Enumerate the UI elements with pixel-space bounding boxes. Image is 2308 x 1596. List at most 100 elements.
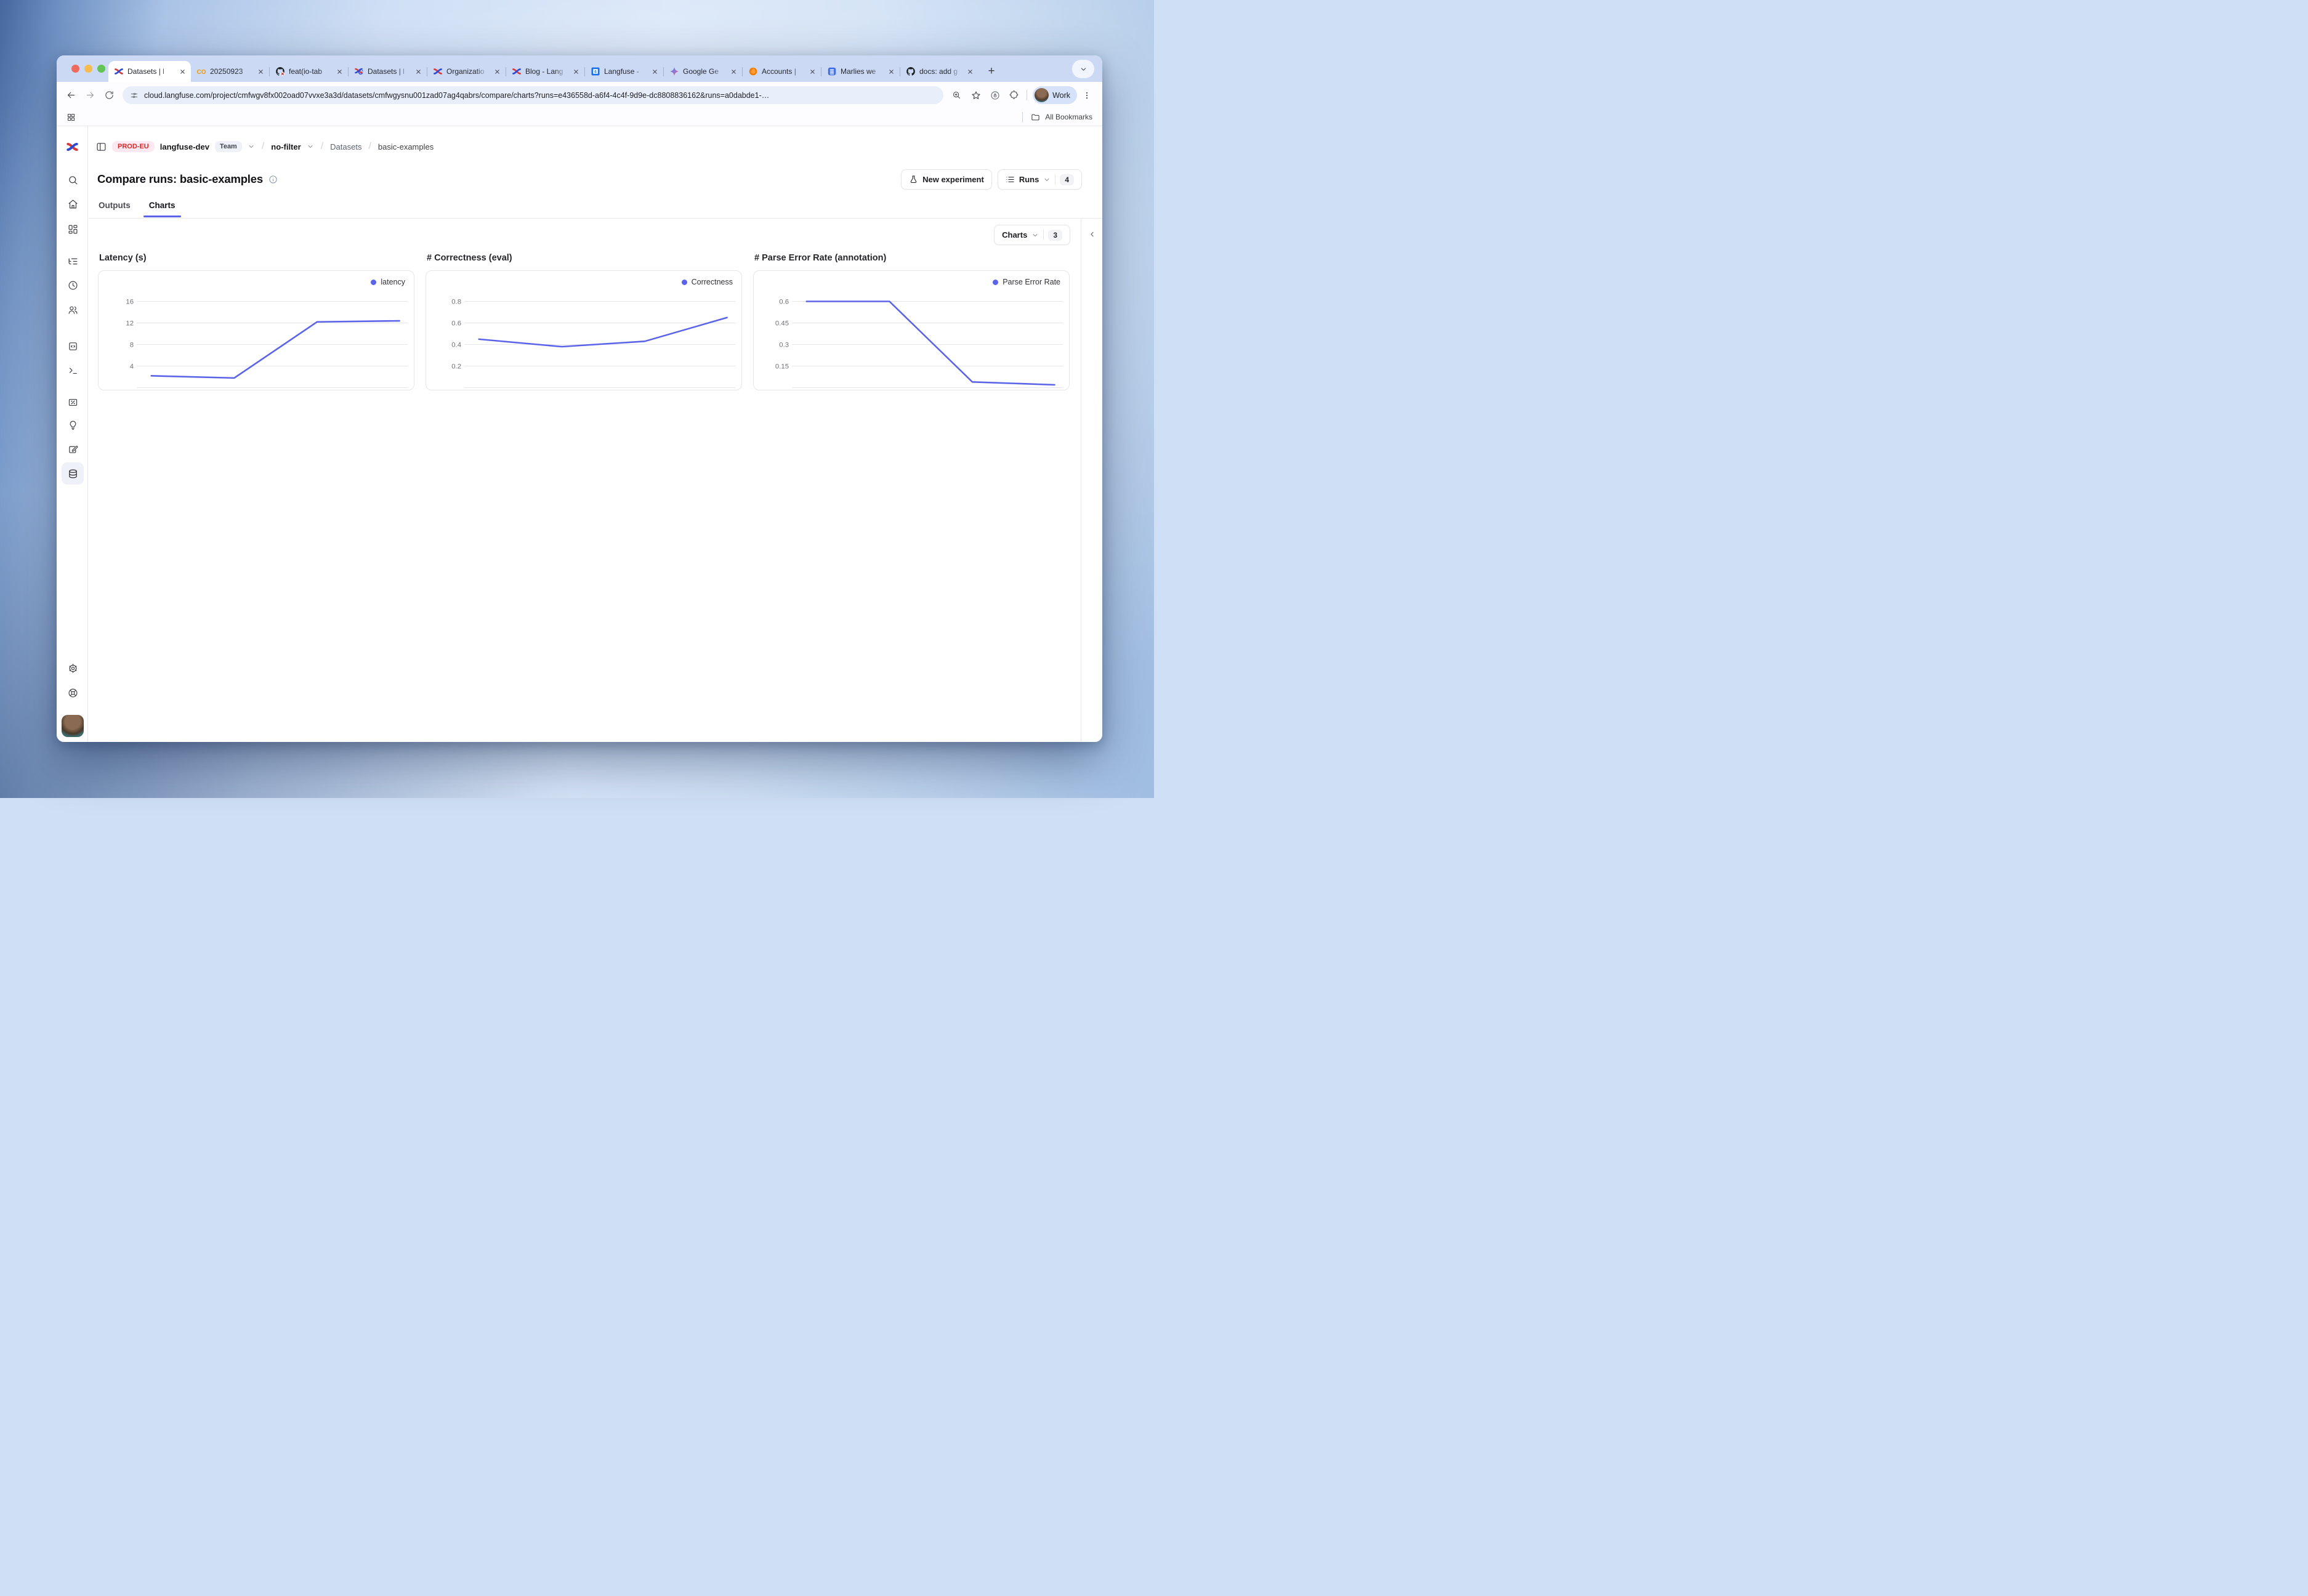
sidebar-item-playground[interactable]: [62, 359, 84, 381]
org-name[interactable]: langfuse-dev: [160, 142, 209, 151]
collapse-panel-button[interactable]: [1085, 227, 1099, 241]
langfuse-favicon-icon: [114, 66, 124, 76]
close-tab-icon[interactable]: [966, 67, 975, 76]
extensions-button[interactable]: [1004, 86, 1023, 105]
svg-text:4: 4: [130, 363, 134, 371]
chart-group: Latency (s)latency161284: [98, 253, 414, 390]
calendar-favicon-icon: 6: [591, 66, 600, 76]
browser-tab[interactable]: CO20250923: [191, 61, 269, 82]
address-bar[interactable]: cloud.langfuse.com/project/cmfwgv8fx002o…: [123, 86, 943, 104]
close-tab-icon[interactable]: [256, 67, 265, 76]
sidebar-item-support[interactable]: [62, 682, 84, 704]
project-name[interactable]: no-filter: [271, 142, 301, 151]
tab-charts[interactable]: Charts: [148, 198, 177, 217]
charts-filter-button[interactable]: Charts 3: [994, 225, 1070, 245]
search-icon: [68, 175, 78, 185]
percent-box-icon: [68, 397, 78, 408]
close-tab-icon[interactable]: [650, 67, 660, 76]
org-type-badge: Team: [215, 141, 242, 152]
close-tab-icon[interactable]: [414, 67, 423, 76]
langfuse-logo: [66, 140, 79, 153]
browser-tab[interactable]: Organizatio: [427, 61, 506, 82]
sidebar-item-annotation[interactable]: [62, 438, 84, 460]
close-tab-icon[interactable]: [887, 67, 896, 76]
chart-group: # Correctness (eval)Correctness0.80.60.4…: [426, 253, 742, 390]
reload-button[interactable]: [100, 86, 119, 105]
browser-tab[interactable]: Datasets | l: [349, 61, 427, 82]
minimize-window-button[interactable]: [84, 65, 92, 73]
tabs-divider: [89, 218, 1102, 219]
browser-tab[interactable]: Marlies we: [821, 61, 900, 82]
breadcrumb-current[interactable]: basic-examples: [378, 142, 434, 151]
profile-chip[interactable]: Work: [1033, 86, 1077, 104]
browser-tab-strip: Datasets | lCO20250923feat(io-tabDataset…: [57, 55, 1102, 82]
panel-toggle-icon[interactable]: [96, 142, 107, 152]
close-tab-icon[interactable]: [335, 67, 344, 76]
zoom-page-button[interactable]: [947, 86, 966, 105]
tab-search-button[interactable]: [1072, 60, 1094, 78]
sidebar-item-sessions[interactable]: [62, 274, 84, 296]
sidebar-item-search[interactable]: [62, 169, 84, 191]
sidebar-item-prompts[interactable]: [62, 335, 84, 357]
sidebar-item-settings[interactable]: [62, 657, 84, 679]
sidebar-item-insights[interactable]: [62, 414, 84, 436]
bookmarks-bar: All Bookmarks: [57, 108, 1102, 126]
zoom-window-button[interactable]: [97, 65, 105, 73]
langfuse-sync-favicon-icon: [354, 66, 364, 76]
org-chevron-icon[interactable]: [248, 143, 255, 150]
lightbulb-icon: [68, 420, 78, 430]
bookmark-page-button[interactable]: [966, 86, 985, 105]
profile-avatar: [1035, 88, 1049, 102]
list-icon: [1006, 175, 1015, 184]
browser-tab[interactable]: Datasets | l: [108, 61, 191, 82]
chevron-down-icon: [1031, 232, 1039, 239]
sidebar-item-tracing[interactable]: [62, 250, 84, 272]
project-chevron-icon[interactable]: [307, 143, 314, 150]
browser-menu-button[interactable]: [1077, 86, 1096, 105]
sidebar: [57, 126, 88, 742]
browser-tab[interactable]: Accounts |: [743, 61, 821, 82]
runs-button[interactable]: Runs 4: [998, 169, 1082, 190]
user-avatar[interactable]: [62, 715, 84, 737]
close-tab-icon[interactable]: [571, 67, 581, 76]
browser-tab[interactable]: 6 Langfuse -: [585, 61, 663, 82]
close-tab-icon[interactable]: [808, 67, 817, 76]
browser-tab[interactable]: Google Ge: [664, 61, 742, 82]
breadcrumb-datasets[interactable]: Datasets: [330, 142, 361, 151]
chart-plot: 161284: [99, 271, 414, 390]
tab-title: Langfuse -: [604, 67, 647, 76]
new-experiment-button[interactable]: New experiment: [901, 169, 992, 190]
tab-outputs[interactable]: Outputs: [97, 198, 132, 217]
forward-button[interactable]: [81, 86, 100, 105]
url-text: cloud.langfuse.com/project/cmfwgv8fx002o…: [144, 91, 936, 100]
sidebar-item-datasets[interactable]: [62, 462, 84, 485]
sidebar-item-users[interactable]: [62, 299, 84, 321]
browser-tab[interactable]: feat(io-tab: [270, 61, 348, 82]
browser-tab[interactable]: docs: add g: [900, 61, 978, 82]
chart-card: Correctness0.80.60.40.2: [426, 270, 742, 390]
button-separator: [1043, 230, 1044, 240]
folder-icon: [1031, 113, 1040, 122]
site-settings-icon[interactable]: [130, 91, 139, 100]
close-tab-icon[interactable]: [729, 67, 738, 76]
runs-label: Runs: [1019, 175, 1039, 184]
sidebar-item-evaluation[interactable]: [62, 391, 84, 413]
close-tab-icon[interactable]: [178, 67, 187, 76]
sidebar-item-dashboards[interactable]: [62, 218, 84, 240]
home-icon: [68, 199, 78, 209]
password-extension-button[interactable]: [985, 86, 1004, 105]
all-bookmarks[interactable]: All Bookmarks: [1019, 112, 1092, 123]
dashboard-grid-icon: [68, 224, 78, 235]
new-tab-button[interactable]: +: [983, 63, 999, 79]
info-icon[interactable]: [268, 175, 278, 184]
close-tab-icon[interactable]: [493, 67, 502, 76]
browser-toolbar: cloud.langfuse.com/project/cmfwgv8fx002o…: [57, 82, 1102, 108]
tab-title: Blog - Lang: [525, 67, 568, 76]
reload-icon: [105, 91, 114, 100]
back-button[interactable]: [62, 86, 81, 105]
sidebar-item-home[interactable]: [62, 193, 84, 215]
browser-tab[interactable]: Blog - Lang: [506, 61, 584, 82]
close-window-button[interactable]: [71, 65, 79, 73]
apps-grid-icon[interactable]: [67, 113, 76, 122]
svg-text:0.3: 0.3: [779, 342, 789, 349]
